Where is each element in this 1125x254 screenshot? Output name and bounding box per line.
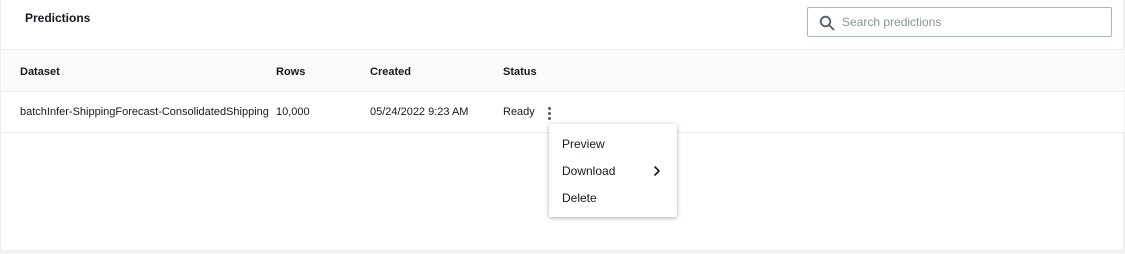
actions-dropdown-menu: Preview Download Delete	[549, 124, 677, 217]
menu-item-label: Download	[562, 164, 616, 178]
table-header: Dataset Rows Created Status	[2, 49, 1124, 92]
menu-item-label: Delete	[562, 191, 597, 205]
menu-item-label: Preview	[562, 137, 605, 151]
cell-status: Ready	[503, 106, 535, 118]
search-icon	[819, 15, 835, 31]
chevron-right-icon	[654, 166, 660, 176]
column-header-created[interactable]: Created	[370, 66, 411, 78]
menu-item-download[interactable]: Download	[549, 158, 677, 184]
search-input[interactable]	[842, 11, 1102, 33]
cell-rows: 10,000	[276, 106, 310, 118]
panel-title: Predictions	[25, 11, 91, 25]
column-header-dataset[interactable]: Dataset	[20, 66, 60, 78]
cell-dataset: batchInfer-ShippingForecast-Consolidated…	[20, 106, 269, 118]
search-box[interactable]	[807, 7, 1112, 37]
column-header-rows[interactable]: Rows	[276, 66, 305, 78]
menu-item-delete[interactable]: Delete	[549, 185, 677, 211]
column-header-status[interactable]: Status	[503, 66, 537, 78]
cell-created: 05/24/2022 9:23 AM	[370, 106, 469, 118]
menu-item-preview[interactable]: Preview	[549, 131, 677, 157]
more-vertical-icon[interactable]	[542, 104, 556, 122]
